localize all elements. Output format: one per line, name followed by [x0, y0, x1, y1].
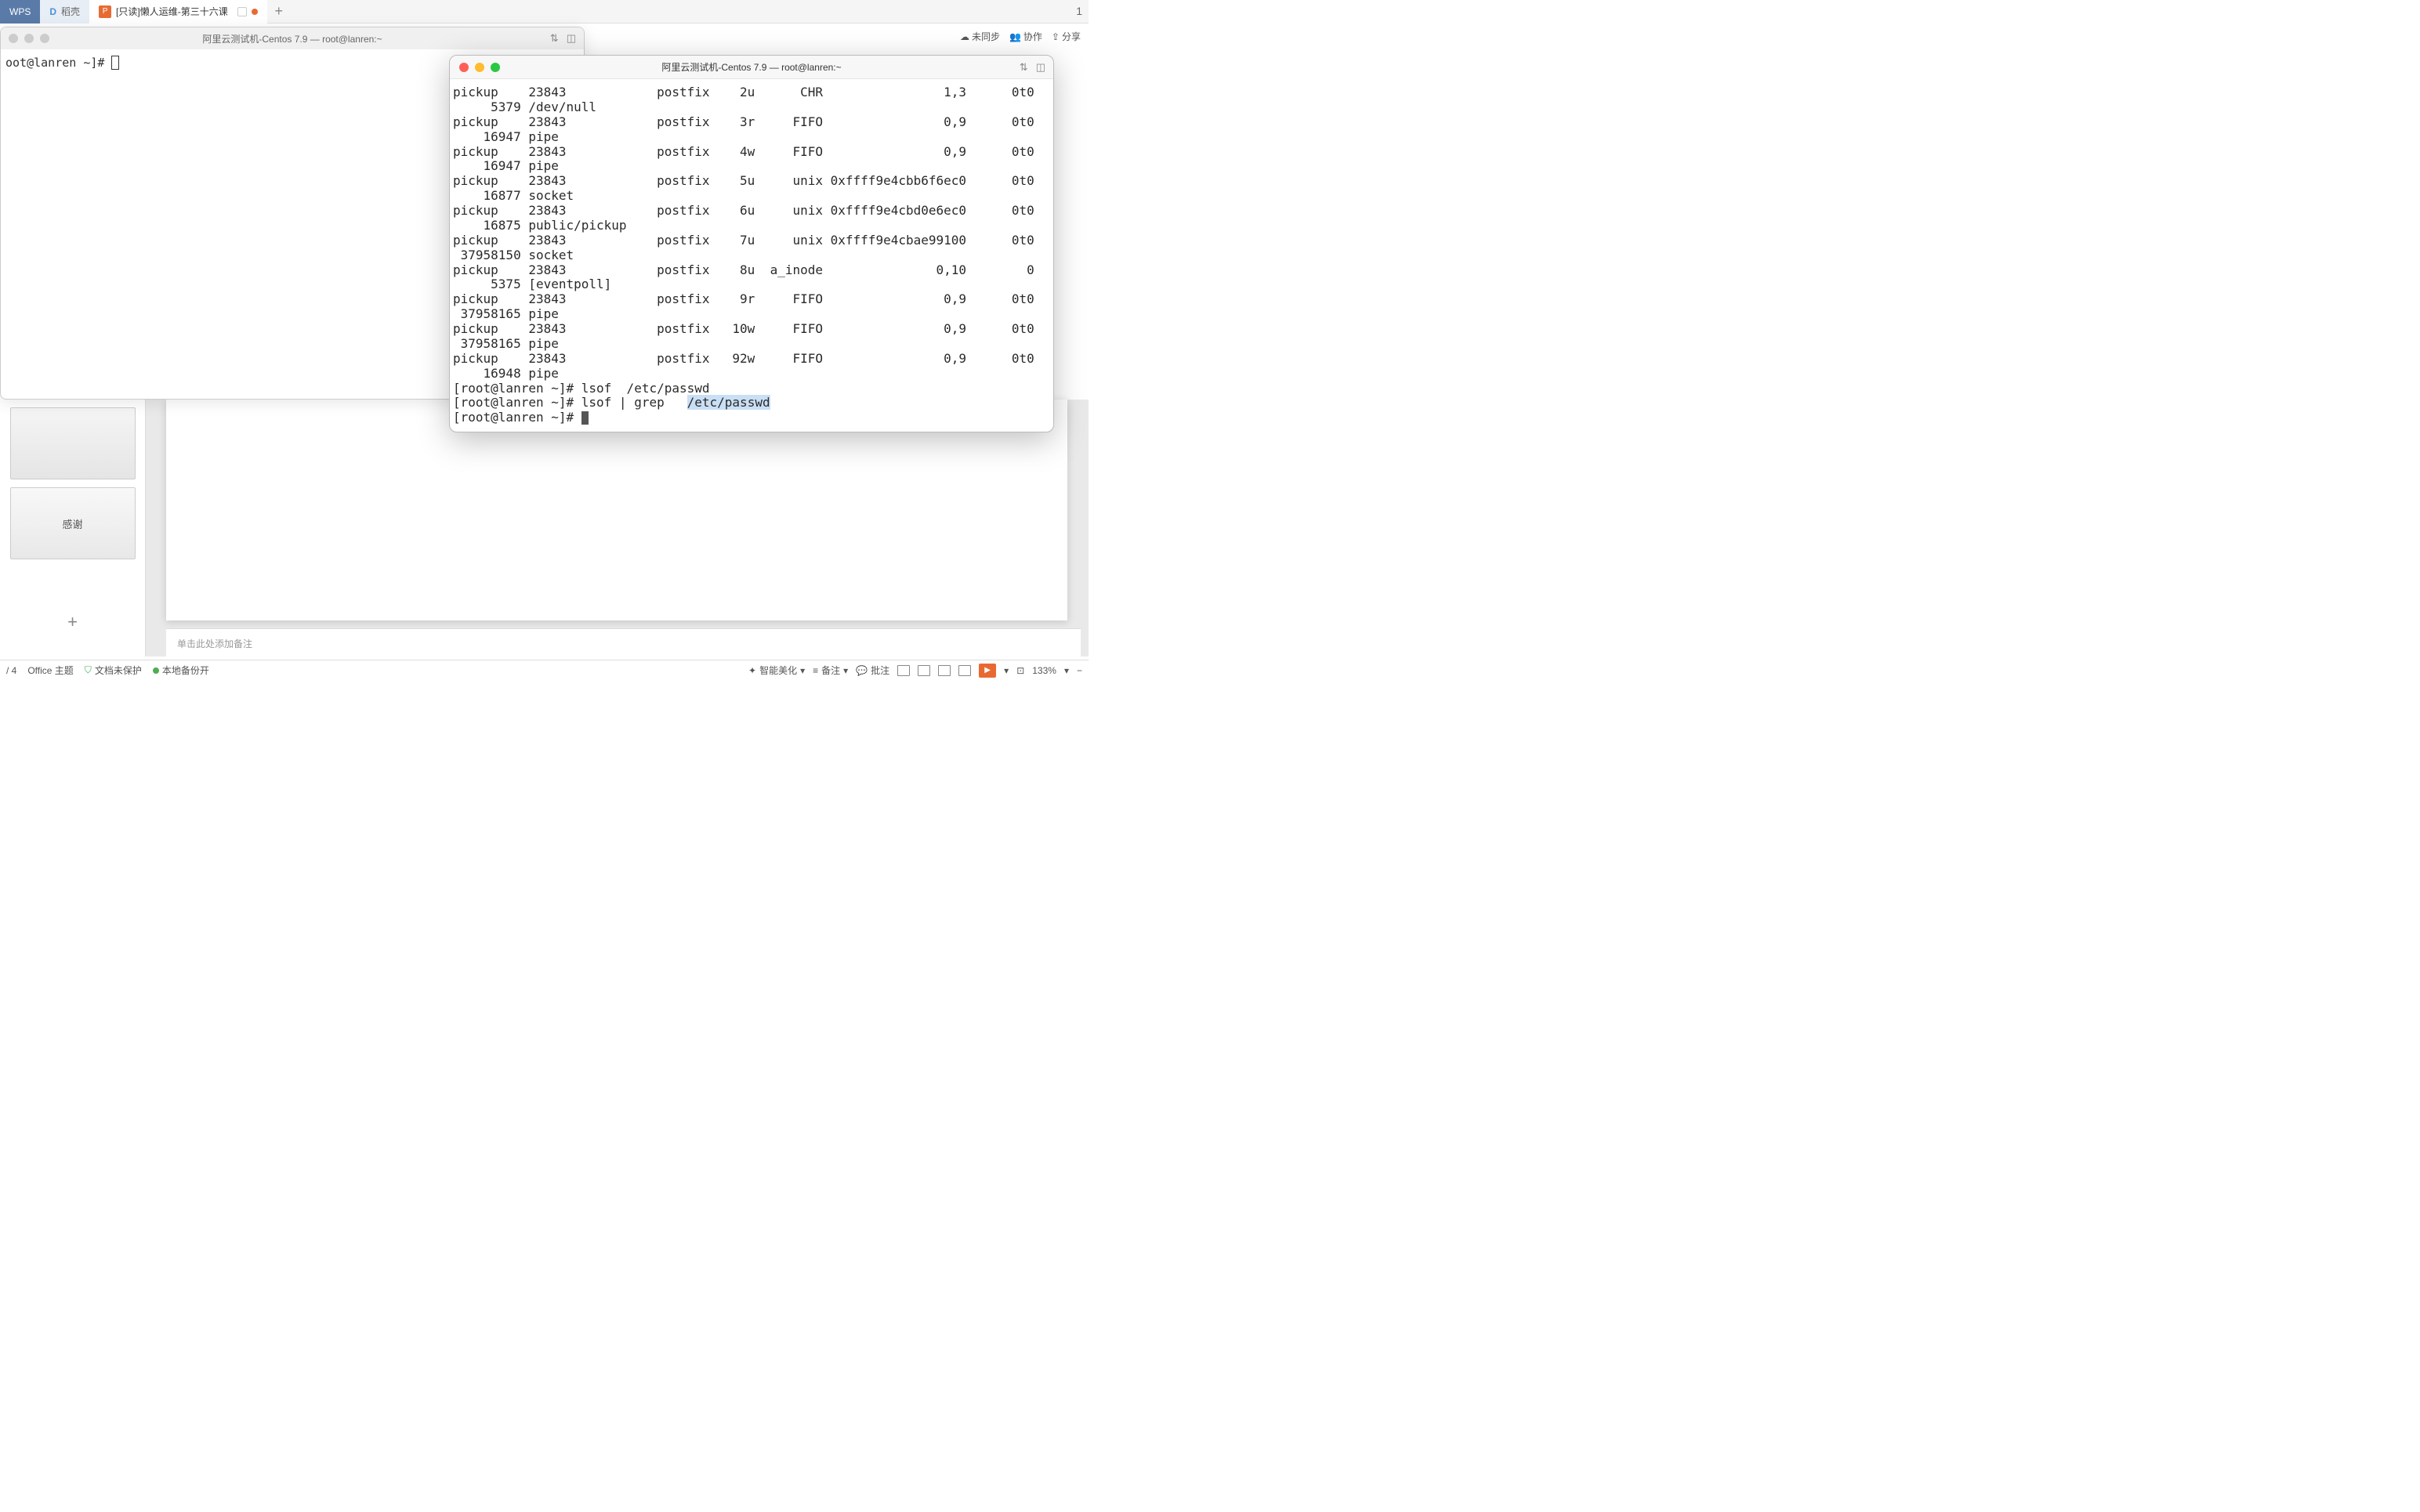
status-dot-icon — [153, 667, 159, 674]
traffic-lights-inactive — [9, 34, 49, 43]
sync-status[interactable]: ☁未同步 — [960, 30, 1000, 43]
wps-slide-workspace: 感谢 + 单击此处添加备注 — [0, 400, 1089, 657]
terminal-window-foreground: 阿里云测试机-Centos 7.9 — root@lanren:~ ⇅ ◫ pi… — [449, 55, 1054, 432]
terminal-bg-title-actions: ⇅ ◫ — [550, 32, 576, 45]
shield-icon: ⛉ — [85, 664, 92, 676]
wps-top-actions: ☁未同步 👥协作 ⇪分享 — [960, 30, 1081, 43]
tab-window-icon — [237, 7, 247, 16]
panes-icon[interactable]: ◫ — [567, 32, 576, 45]
zoom-level[interactable]: 133% — [1032, 665, 1056, 676]
lsof-output-line: 16875 public/pickup — [453, 218, 627, 233]
slide-thumbnails-panel[interactable]: 感谢 + — [0, 400, 146, 657]
slide-thumbnail[interactable] — [10, 407, 136, 479]
theme-label[interactable]: Office 主题 — [27, 664, 73, 677]
lsof-output-line: pickup 23843 postfix 92w FIFO 0,9 0t0 — [453, 351, 1034, 366]
lsof-output-line: 16947 pipe — [453, 129, 559, 144]
new-tab-button[interactable]: + — [267, 3, 291, 20]
notes-input[interactable]: 单击此处添加备注 — [166, 628, 1081, 657]
main-slide-canvas[interactable] — [166, 400, 1067, 620]
backup-status[interactable]: 本地备份开 — [153, 664, 209, 677]
window-counter[interactable]: 1 — [1076, 5, 1082, 17]
comment-icon: 💬 — [856, 665, 868, 676]
lsof-output-line: pickup 23843 postfix 6u unix 0xffff9e4cb… — [453, 203, 1034, 218]
traffic-lights-active — [459, 63, 500, 72]
lsof-output-line: pickup 23843 postfix 9r FIFO 0,9 0t0 — [453, 291, 1034, 306]
tab-wps-home[interactable]: WPS — [0, 0, 40, 24]
terminal-fg-titlebar[interactable]: 阿里云测试机-Centos 7.9 — root@lanren:~ ⇅ ◫ — [450, 56, 1053, 79]
lsof-output-line: 16948 pipe — [453, 366, 559, 381]
view-normal-icon[interactable] — [897, 665, 910, 676]
lsof-output-line: pickup 23843 postfix 7u unix 0xffff9e4cb… — [453, 233, 1034, 248]
lsof-output-line: pickup 23843 postfix 5u unix 0xffff9e4cb… — [453, 173, 1034, 188]
minimize-icon[interactable] — [475, 63, 484, 72]
terminal-bg-title-text: 阿里云测试机-Centos 7.9 — root@lanren:~ — [202, 32, 382, 45]
zoom-dropdown-icon[interactable]: ▾ — [1064, 665, 1069, 676]
command-line-2-prefix: [root@lanren ~]# lsof | grep — [453, 395, 687, 410]
status-bar: / 4 Office 主题 ⛉文档未保护 本地备份开 ✦智能美化▾ ≡备注▾ 💬… — [0, 660, 1089, 680]
status-right-group: ✦智能美化▾ ≡备注▾ 💬批注 ▶ ▾ ⊡ 133% ▾ − — [748, 664, 1082, 678]
close-icon[interactable] — [459, 63, 469, 72]
terminal-fg-title-actions: ⇅ ◫ — [1020, 61, 1045, 74]
daoke-icon: D — [49, 6, 56, 17]
close-icon[interactable] — [9, 34, 18, 43]
lsof-output-line: 16877 socket — [453, 188, 574, 203]
zoom-icon[interactable] — [40, 34, 49, 43]
terminal-fg-content[interactable]: pickup 23843 postfix 2u CHR 1,3 0t0 5379… — [450, 79, 1053, 432]
dropdown-icon: ▾ — [800, 665, 805, 676]
minimize-icon[interactable] — [24, 34, 34, 43]
fit-icon[interactable]: ⊡ — [1016, 665, 1024, 676]
lsof-output-line: 37958165 pipe — [453, 306, 559, 321]
add-slide-button[interactable]: + — [10, 599, 136, 646]
command-line-2-selection: /etc/passwd — [687, 395, 770, 410]
terminal-bg-titlebar[interactable]: 阿里云测试机-Centos 7.9 — root@lanren:~ ⇅ ◫ — [1, 27, 584, 49]
collab-button[interactable]: 👥协作 — [1009, 30, 1042, 43]
page-indicator[interactable]: / 4 — [6, 665, 16, 676]
slideshow-button[interactable]: ▶ — [979, 664, 996, 678]
app-tab-bar: WPS D 稻壳 P [只读]懒人运维-第三十六课 + 1 — [0, 0, 1089, 24]
lsof-output-line: pickup 23843 postfix 2u CHR 1,3 0t0 — [453, 85, 1034, 99]
view-reading-icon[interactable] — [938, 665, 951, 676]
protection-status[interactable]: ⛉文档未保护 — [85, 664, 142, 677]
people-icon: 👥 — [1009, 31, 1021, 42]
presentation-icon: P — [99, 5, 111, 18]
command-prompt: [root@lanren ~]# — [453, 410, 581, 425]
lsof-output-line: pickup 23843 postfix 4w FIFO 0,9 0t0 — [453, 144, 1034, 159]
lsof-output-line: 5375 [eventpoll] — [453, 277, 611, 291]
zoom-icon[interactable] — [491, 63, 500, 72]
view-sorter-icon[interactable] — [918, 665, 930, 676]
cloud-icon: ☁ — [960, 31, 969, 42]
view-split-icon[interactable] — [958, 665, 971, 676]
cursor-block — [581, 411, 589, 425]
transfer-icon[interactable]: ⇅ — [550, 32, 559, 45]
lsof-output-line: 37958150 socket — [453, 248, 574, 262]
status-left-group: / 4 Office 主题 ⛉文档未保护 本地备份开 — [6, 664, 209, 677]
zoom-out-button[interactable]: − — [1077, 665, 1082, 676]
share-icon: ⇪ — [1052, 31, 1060, 42]
terminal-fg-title-text: 阿里云测试机-Centos 7.9 — root@lanren:~ — [661, 60, 841, 74]
smart-beautify-button[interactable]: ✦智能美化▾ — [748, 664, 805, 677]
lsof-output-line: 16947 pipe — [453, 158, 559, 173]
magic-icon: ✦ — [748, 665, 756, 676]
share-button[interactable]: ⇪分享 — [1052, 30, 1081, 43]
panes-icon[interactable]: ◫ — [1036, 61, 1045, 74]
remarks-button[interactable]: ≡备注▾ — [813, 664, 848, 677]
slide-thumbnail[interactable]: 感谢 — [10, 487, 136, 559]
lsof-output-line: 37958165 pipe — [453, 336, 559, 351]
dropdown-icon: ▾ — [843, 665, 848, 676]
tab-daoke[interactable]: D 稻壳 — [40, 0, 89, 24]
tab-modified-dot — [252, 9, 258, 15]
command-line-1: [root@lanren ~]# lsof /etc/passwd — [453, 381, 710, 396]
lsof-output-line: pickup 23843 postfix 3r FIFO 0,9 0t0 — [453, 114, 1034, 129]
tab-document-active[interactable]: P [只读]懒人运维-第三十六课 — [89, 0, 267, 24]
lsof-output-line: pickup 23843 postfix 8u a_inode 0,10 0 — [453, 262, 1034, 277]
lsof-output-line: 5379 /dev/null — [453, 99, 596, 114]
comments-button[interactable]: 💬批注 — [856, 664, 889, 677]
play-dropdown-icon[interactable]: ▾ — [1004, 665, 1009, 676]
cursor-outline — [111, 56, 119, 70]
notes-icon: ≡ — [813, 665, 818, 676]
lsof-output-line: pickup 23843 postfix 10w FIFO 0,9 0t0 — [453, 321, 1034, 336]
transfer-icon[interactable]: ⇅ — [1020, 61, 1028, 74]
